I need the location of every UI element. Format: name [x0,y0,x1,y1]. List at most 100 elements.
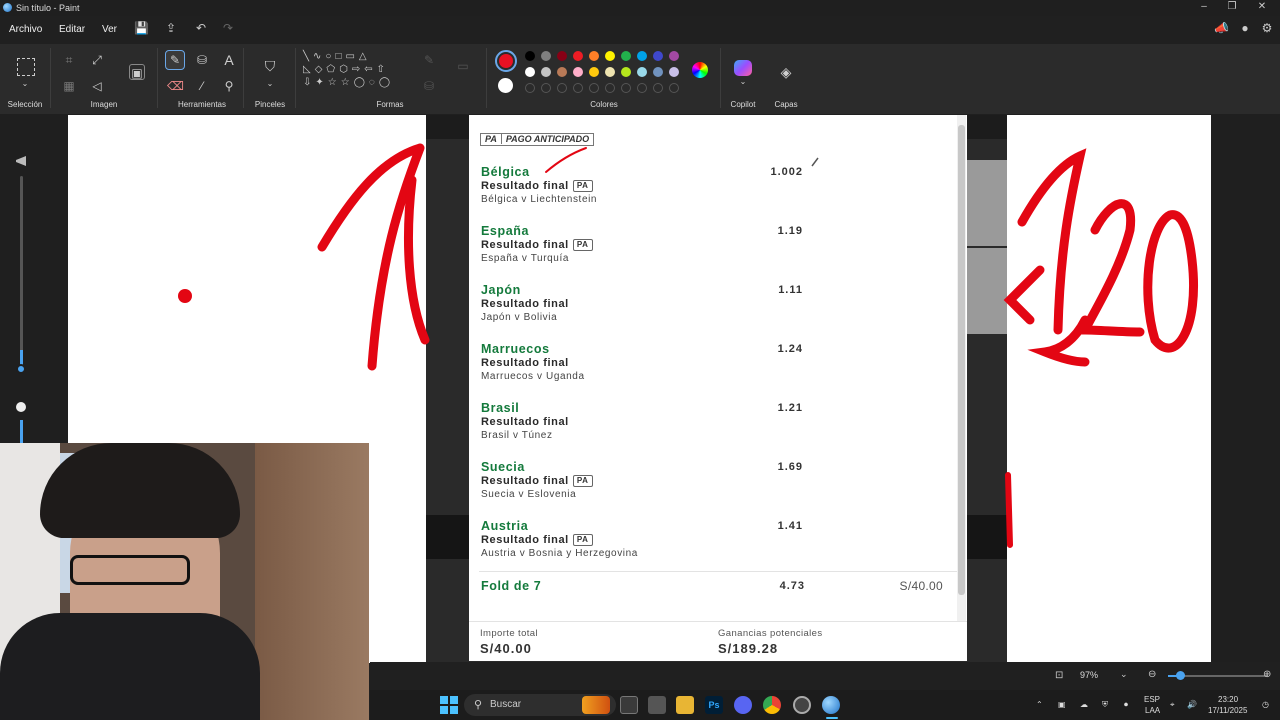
resize-icon[interactable]: ⤢ [89,52,105,68]
zoom-in-icon[interactable]: ⊕ [1263,669,1271,680]
scrollbar[interactable] [958,125,965,595]
custom-color-slot[interactable] [605,83,615,93]
clock-date[interactable]: 17/11/2025 [1208,706,1247,716]
color-swatch[interactable] [669,51,679,61]
color-swatch[interactable] [669,67,679,77]
color-swatch[interactable] [557,51,567,61]
color-swatch[interactable] [653,51,663,61]
zoom-slider[interactable] [1168,671,1268,680]
custom-color-slot[interactable] [637,83,647,93]
selection-icon[interactable] [17,58,35,76]
color-swatch[interactable] [525,51,535,61]
eraser-icon[interactable]: ⌫ [167,78,184,94]
color-swatch[interactable] [637,51,647,61]
custom-color-slot[interactable] [589,83,599,93]
rotate-icon[interactable]: ◁ [89,78,105,94]
color-swatch[interactable] [605,67,615,77]
select-area-icon[interactable]: ▦ [61,78,77,94]
obs-icon[interactable] [793,696,811,714]
color-swatch[interactable] [573,67,583,77]
color-swatch[interactable] [589,51,599,61]
language-bottom[interactable]: LAA [1145,706,1160,716]
magnifier-icon[interactable]: ⚲ [221,78,237,94]
color-picker-icon[interactable]: ⁄ [194,78,210,94]
zoom-out-icon[interactable]: ⊖ [1148,669,1156,680]
shield-icon[interactable]: ⛨ [1102,700,1108,710]
app-icon[interactable] [648,696,666,714]
color-swatch[interactable] [541,51,551,61]
image-tools-icon[interactable]: ▣ [129,64,145,80]
zoom-level[interactable]: 97% [1080,670,1098,680]
chrome-icon[interactable] [763,696,781,714]
color-swatch[interactable] [637,67,647,77]
tray-app-icon[interactable]: ▣ [1058,700,1066,710]
color-swatch[interactable] [621,51,631,61]
crop-icon[interactable]: ⌗ [61,52,77,68]
chevron-up-icon[interactable]: ⌃ [1036,700,1043,710]
file-explorer-icon[interactable] [676,696,694,714]
photoshop-icon[interactable]: Ps [705,696,723,714]
chevron-down-icon[interactable]: ⌄ [17,76,33,92]
slider-thumb[interactable] [16,364,26,374]
custom-color-slot[interactable] [653,83,663,93]
custom-color-slot[interactable] [573,83,583,93]
zoom-slider-thumb[interactable] [1176,671,1185,680]
clock-time[interactable]: 23:20 [1218,695,1238,705]
windows-start-icon[interactable] [440,696,458,714]
fill-icon[interactable]: ⛁ [421,78,437,94]
outline-icon[interactable]: ✎ [421,52,437,68]
maximize-button[interactable]: ❐ [1222,1,1242,12]
color-swatch[interactable] [573,51,583,61]
color-swatch[interactable] [589,67,599,77]
custom-color-slot[interactable] [557,83,567,93]
language-top[interactable]: ESP [1144,695,1160,705]
menu-file[interactable]: Archivo [9,24,42,35]
custom-color-slot[interactable] [525,83,535,93]
color-swatch[interactable] [525,67,535,77]
minimize-button[interactable]: – [1194,1,1214,12]
network-icon[interactable]: ⌖ [1170,700,1175,710]
shapes-gallery[interactable]: ╲∿○□▭△ ◺◇⬠⬡⇨⇦⇧ ⇩✦☆☆◯◌◯ [303,50,407,96]
color-swatch[interactable] [605,51,615,61]
fit-screen-icon[interactable]: ⊡ [1055,670,1063,681]
custom-color-slot[interactable] [541,83,551,93]
undo-icon[interactable]: ↶ [194,21,208,35]
paint-taskbar-icon[interactable] [822,696,840,714]
discord-icon[interactable] [734,696,752,714]
taskbar-search[interactable]: ⚲ Buscar [464,694,616,716]
fill-bucket-icon[interactable]: ⛁ [194,52,210,68]
chevron-down-icon[interactable]: ⌄ [735,74,751,90]
pencil-icon[interactable]: ✎ [165,50,185,70]
secondary-color-swatch[interactable] [498,78,513,93]
color-swatch[interactable] [653,67,663,77]
chevron-down-icon[interactable]: ⌄ [1120,669,1128,680]
save-icon[interactable]: 💾 [134,21,149,35]
microphone-icon[interactable]: ⏺ [1124,700,1128,710]
custom-color-slot[interactable] [621,83,631,93]
color-swatch[interactable] [621,67,631,77]
menu-view[interactable]: Ver [102,24,117,35]
primary-color-button[interactable] [495,50,517,72]
close-button[interactable]: ✕ [1252,1,1272,12]
shape-fill-icon[interactable]: ▭ [455,58,471,74]
account-icon[interactable]: ● [1238,21,1252,35]
text-tool-icon[interactable]: A [221,52,237,68]
feedback-icon[interactable]: 📣 [1214,21,1229,35]
bet-totals: Importe total S/40.00 Ganancias potencia… [469,621,967,661]
color-swatch[interactable] [541,67,551,77]
notification-icon[interactable]: ◷ [1262,700,1269,710]
task-view-icon[interactable] [620,696,638,714]
custom-color-slot[interactable] [669,83,679,93]
brush-icon[interactable]: ⛉ [262,58,278,74]
settings-gear-icon[interactable]: ⚙ [1260,21,1274,35]
volume-icon[interactable]: 🔊 [1187,700,1197,710]
brush-size-slider[interactable] [12,150,32,450]
chevron-down-icon[interactable]: ⌄ [262,76,278,92]
redo-icon[interactable]: ↷ [221,21,235,35]
share-icon[interactable]: ⇪ [164,21,178,35]
menu-edit[interactable]: Editar [59,24,85,35]
edit-colors-icon[interactable] [692,62,708,78]
cloud-icon[interactable]: ☁ [1080,700,1088,710]
color-swatch[interactable] [557,67,567,77]
layers-icon[interactable]: ◈ [778,64,794,80]
